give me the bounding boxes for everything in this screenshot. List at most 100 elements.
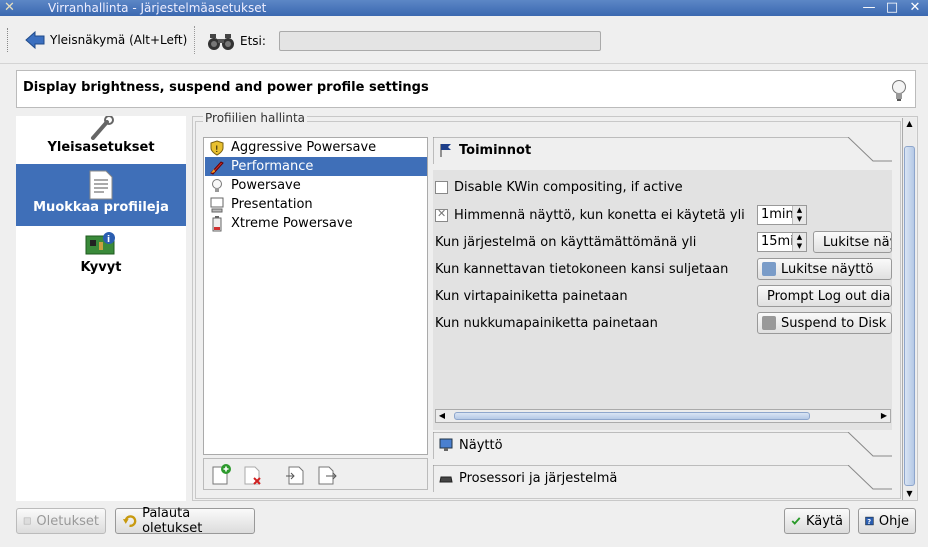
dim-display-value: 1min [761,207,794,222]
title-bar: ✕ Virranhallinta - Järjestelmäasetukset … [0,0,928,16]
sleep-button-label: Kun nukkumapainiketta painetaan [435,315,658,331]
scrollbar-thumb[interactable] [454,412,810,420]
scroll-left-icon[interactable]: ◀ [436,410,448,422]
reset-button-label: Palauta oletukset [142,506,203,536]
profile-item-performance[interactable]: Performance [205,157,427,176]
group-title: Profiilien hallinta [203,111,308,125]
apply-button[interactable]: Käytä [784,508,850,534]
sidebar-item-label: Yleisasetukset [47,140,155,155]
sidebar-item-capabilities[interactable]: i Kyvyt [16,230,186,286]
hardware-info-icon: i [85,232,115,255]
defaults-button[interactable]: Oletukset [16,508,106,534]
flag-icon [440,144,451,157]
help-button[interactable]: ? Ohje [858,508,916,534]
profile-list[interactable]: ! Aggressive Powersave Performance Power… [203,137,428,455]
profile-item-aggressive-powersave[interactable]: ! Aggressive Powersave [205,138,427,157]
document-edit-icon [89,170,113,200]
idle-spinbox[interactable]: 15min ▲ ▼ [757,232,807,252]
help-button-label: Ohje [878,513,909,529]
profile-label: Xtreme Powersave [231,216,353,231]
disable-kwin-checkbox[interactable] [435,180,448,194]
dim-display-label: Himmennä näyttö, kun konetta ei käytetä … [454,207,745,223]
checkmark-icon [791,517,801,525]
profile-item-powersave[interactable]: Powersave [205,176,427,195]
sidebar-item-label: Muokkaa profiileja [33,200,169,215]
sidebar: Yleisasetukset Muokkaa profiileja i Kyvy… [16,116,186,501]
scroll-right-icon[interactable]: ▶ [878,410,890,422]
section-actions-header[interactable]: Toiminnot [433,137,892,165]
profile-label: Performance [231,159,314,174]
lid-row: Kun kannettavan tietokoneen kansi suljet… [435,258,728,280]
undo-icon [122,515,137,527]
horizontal-scrollbar[interactable]: ◀ ▶ [435,409,891,423]
profile-item-presentation[interactable]: Presentation [205,195,427,214]
back-button[interactable]: Yleisnäkymä (Alt+Left) [24,28,187,52]
svg-text:?: ? [867,518,871,526]
profile-label: Powersave [231,178,301,193]
svg-text:!: ! [215,145,219,155]
export-profile-icon[interactable] [316,464,338,486]
reset-button[interactable]: Palauta oletukset [115,506,255,536]
sidebar-item-general[interactable]: Yleisasetukset [16,116,186,162]
bulb-icon [212,178,222,192]
sleep-button-action-combo[interactable]: Suspend to Disk [757,312,892,334]
new-profile-icon[interactable] [210,464,232,486]
import-profile-icon[interactable] [284,464,306,486]
maximize-button[interactable]: □ [883,0,901,16]
lightbulb-icon [892,80,906,101]
battery-icon [212,215,222,231]
lid-action-combo[interactable]: Lukitse näyttö [757,258,892,280]
section-display-label: Näyttö [459,438,503,453]
back-button-label: Yleisnäkymä (Alt+Left) [50,33,188,47]
disable-kwin-label: Disable KWin compositing, if active [454,179,683,195]
profile-list-toolbar [203,458,428,490]
disable-kwin-row: Disable KWin compositing, if active [435,176,683,198]
profile-item-xtreme-powersave[interactable]: Xtreme Powersave [205,214,427,233]
minimize-button[interactable]: — [860,0,878,16]
section-display-header[interactable]: Näyttö [433,432,892,460]
profile-label: Presentation [231,197,313,212]
section-actions-label: Toiminnot [459,143,532,158]
profile-settings-panel: Toiminnot Disable KWin compositing, if a… [433,137,892,497]
rocket-icon [210,160,224,175]
scroll-down-icon[interactable]: ▼ [903,488,916,500]
idle-action-combo[interactable]: Lukitse näyttö [813,231,892,253]
section-cpu-header[interactable]: Prosessori ja järjestelmä [433,465,892,493]
sleep-button-row: Kun nukkumapainiketta painetaan [435,312,658,334]
section-cpu-label: Prosessori ja järjestelmä [459,471,618,486]
lock-icon [762,262,776,276]
idle-action-value: Lukitse näyttö [823,234,891,250]
power-button-action-value: Prompt Log out dialog [767,288,891,304]
search-input[interactable] [279,31,601,51]
lid-label: Kun kannettavan tietokoneen kansi suljet… [435,261,729,277]
power-button-row: Kun virtapainiketta painetaan [435,285,628,307]
vertical-scrollbar[interactable]: ▲ ▼ [902,118,916,500]
profile-label: Aggressive Powersave [231,140,377,155]
svg-text:i: i [107,235,110,245]
spin-arrows[interactable]: ▲ ▼ [792,233,806,251]
sidebar-item-edit-profiles[interactable]: Muokkaa profiileja [16,164,186,226]
binoculars-icon [208,34,234,50]
delete-profile-icon[interactable] [242,464,264,486]
app-icon[interactable]: ✕ [4,0,15,16]
sleep-button-action-value: Suspend to Disk [781,315,887,331]
actions-content: Disable KWin compositing, if active Himm… [433,170,892,430]
search-label: Etsi: [240,34,266,48]
lid-action-value: Lukitse näyttö [781,261,874,277]
scrollbar-thumb[interactable] [904,146,915,486]
shield-icon: ! [210,139,224,156]
defaults-button-label: Oletukset [36,513,99,529]
power-button-action-combo[interactable]: Prompt Log out dialog [757,285,892,307]
close-button[interactable]: ✕ [906,0,924,16]
toolbar-separator [194,26,195,54]
toolbar: Yleisnäkymä (Alt+Left) Etsi: [0,16,928,64]
main-panel: Profiilien hallinta ! Aggressive Powersa… [192,111,918,501]
dim-display-checkbox[interactable] [435,207,448,222]
spin-arrows[interactable]: ▲ ▼ [792,206,806,224]
sidebar-item-label: Kyvyt [80,260,122,275]
dim-display-spinbox[interactable]: 1min ▲ ▼ [757,205,807,225]
scroll-up-icon[interactable]: ▲ [903,118,916,130]
dim-display-row: Himmennä näyttö, kun konetta ei käytetä … [435,204,745,226]
apply-button-label: Käytä [805,513,843,529]
toolbar-grip[interactable] [7,28,10,52]
